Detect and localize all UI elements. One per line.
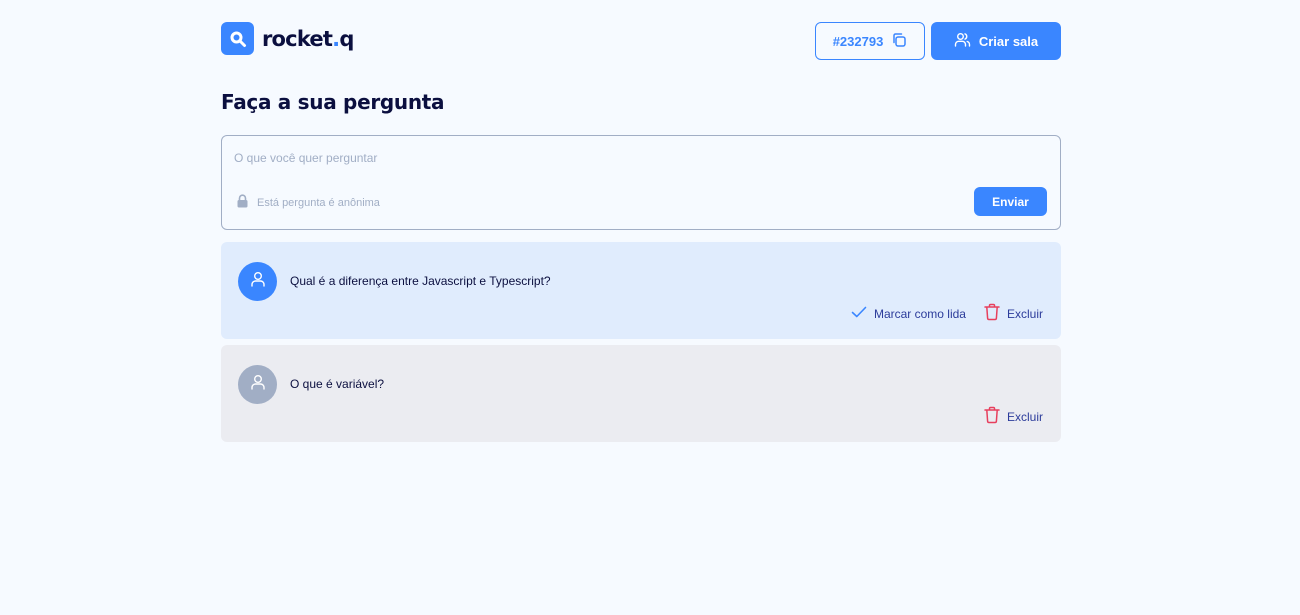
create-room-label: Criar sala [978,33,1039,49]
question-text: Qual é a diferença entre Javascript e Ty… [290,274,551,288]
anonymous-toggle[interactable]: Está pergunta é anônima [236,194,380,211]
question-actions: Excluir [984,406,1043,427]
anonymous-label: Está pergunta é anônima [257,196,380,209]
delete-button[interactable]: Excluir [984,303,1043,324]
question-form: Está pergunta é anônima Enviar [221,135,1061,230]
room-code-button[interactable]: #232793 [815,22,925,60]
search-icon [221,22,254,55]
mark-read-button[interactable]: Marcar como lida [851,305,966,322]
logo-text-main: rocket [262,26,333,51]
question-actions: Marcar como lida Excluir [851,303,1043,324]
trash-icon [984,303,1000,324]
logo-text: rocket.q [262,27,354,51]
send-button-label: Enviar [992,194,1029,209]
delete-label: Excluir [1006,409,1043,424]
send-button[interactable]: Enviar [974,187,1047,216]
delete-label: Excluir [1006,306,1043,321]
room-code-label: #232793 [832,33,884,49]
logo-text-suffix: q [339,26,354,51]
question-text: O que é variável? [290,377,385,391]
page-container: rocket.q #232793 Criar sala Faça a sua p… [221,0,1061,442]
delete-button[interactable]: Excluir [984,406,1043,427]
create-room-button[interactable]: Criar sala [931,22,1061,60]
question-card: Qual é a diferença entre Javascript e Ty… [221,242,1061,339]
question-input[interactable] [234,151,1034,165]
lock-icon [236,194,249,211]
page-title: Faça a sua pergunta [221,90,445,114]
question-card: O que é variável? Excluir [221,345,1061,442]
header: rocket.q #232793 Criar sala [221,0,1061,82]
logo[interactable]: rocket.q [221,22,354,55]
copy-icon [891,32,907,51]
user-icon [249,373,267,396]
avatar [238,365,277,404]
user-icon [249,270,267,293]
check-icon [851,305,867,322]
users-icon [954,31,971,51]
avatar [238,262,277,301]
mark-read-label: Marcar como lida [873,306,966,321]
trash-icon [984,406,1000,427]
